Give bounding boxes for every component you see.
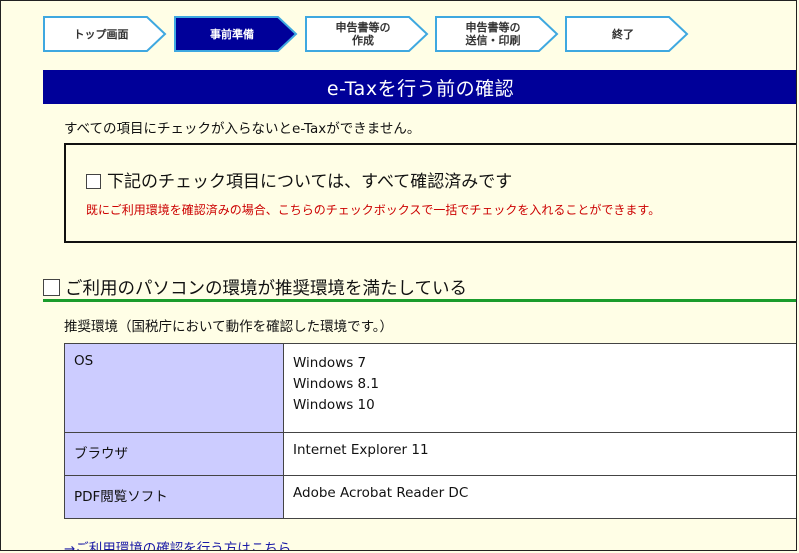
browser-key: ブラウザ: [64, 432, 284, 476]
os-value-item: Windows 8.1: [293, 376, 380, 392]
step-label: 事前準備: [210, 27, 254, 41]
os-key: OS: [64, 343, 284, 433]
requirement-note: すべての項目にチェックが入らないとe-Taxができません。: [64, 121, 421, 137]
section-divider: [43, 299, 796, 302]
step-label: 終了: [612, 27, 634, 41]
env-check-section[interactable]: ご利用のパソコンの環境が推奨環境を満たしている: [43, 275, 796, 301]
table-row: ブラウザ Internet Explorer 11: [64, 432, 796, 476]
table-row: PDF閲覧ソフト Adobe Acrobat Reader DC: [64, 475, 796, 519]
browser-value: Internet Explorer 11: [283, 432, 796, 476]
env-check-checkbox[interactable]: [43, 279, 60, 296]
confirm-all-row[interactable]: 下記のチェック項目については、すべて確認済みです: [86, 167, 512, 192]
env-check-label: ご利用のパソコンの環境が推奨環境を満たしている: [65, 279, 467, 299]
step-label: トップ画面: [73, 27, 129, 41]
confirm-all-hint: 既にご利用環境を確認済みの場合、こちらのチェックボックスで一括でチェックを入れる…: [86, 203, 661, 217]
os-value: Windows 7 Windows 8.1 Windows 10: [283, 343, 796, 433]
step-label: 申告書等の 送信・印刷: [465, 21, 521, 47]
page-frame: トップ画面 事前準備 申告書等の 作成 申告書等の 送信・印刷 終了 e-Tax…: [0, 0, 797, 551]
os-value-item: Windows 10: [293, 397, 375, 413]
check-environment-link[interactable]: →ご利用環境の確認を行う方はこちら: [64, 537, 291, 550]
step-send-print: 申告書等の 送信・印刷: [435, 16, 559, 52]
step-create: 申告書等の 作成: [305, 16, 429, 52]
step-top: トップ画面: [43, 16, 167, 52]
os-value-item: Windows 7: [293, 355, 367, 371]
pdf-value: Adobe Acrobat Reader DC: [283, 475, 796, 519]
confirm-all-label: 下記のチェック項目については、すべて確認済みです: [107, 172, 513, 192]
step-label: 申告書等の 作成: [335, 21, 391, 47]
table-row: OS Windows 7 Windows 8.1 Windows 10: [64, 343, 796, 433]
recommended-env-note: 推奨環境（国税庁において動作を確認した環境です。）: [64, 319, 393, 335]
step-preparation: 事前準備: [174, 16, 298, 52]
confirm-all-checkbox[interactable]: [86, 174, 101, 189]
pdf-key: PDF閲覧ソフト: [64, 475, 284, 519]
step-finish: 終了: [565, 16, 689, 52]
page-title: e-Taxを行う前の確認: [43, 70, 796, 104]
confirm-all-box: 下記のチェック項目については、すべて確認済みです 既にご利用環境を確認済みの場合…: [64, 143, 796, 243]
progress-steps: トップ画面 事前準備 申告書等の 作成 申告書等の 送信・印刷 終了: [43, 16, 743, 56]
environment-table: OS Windows 7 Windows 8.1 Windows 10 ブラウザ…: [64, 343, 796, 519]
